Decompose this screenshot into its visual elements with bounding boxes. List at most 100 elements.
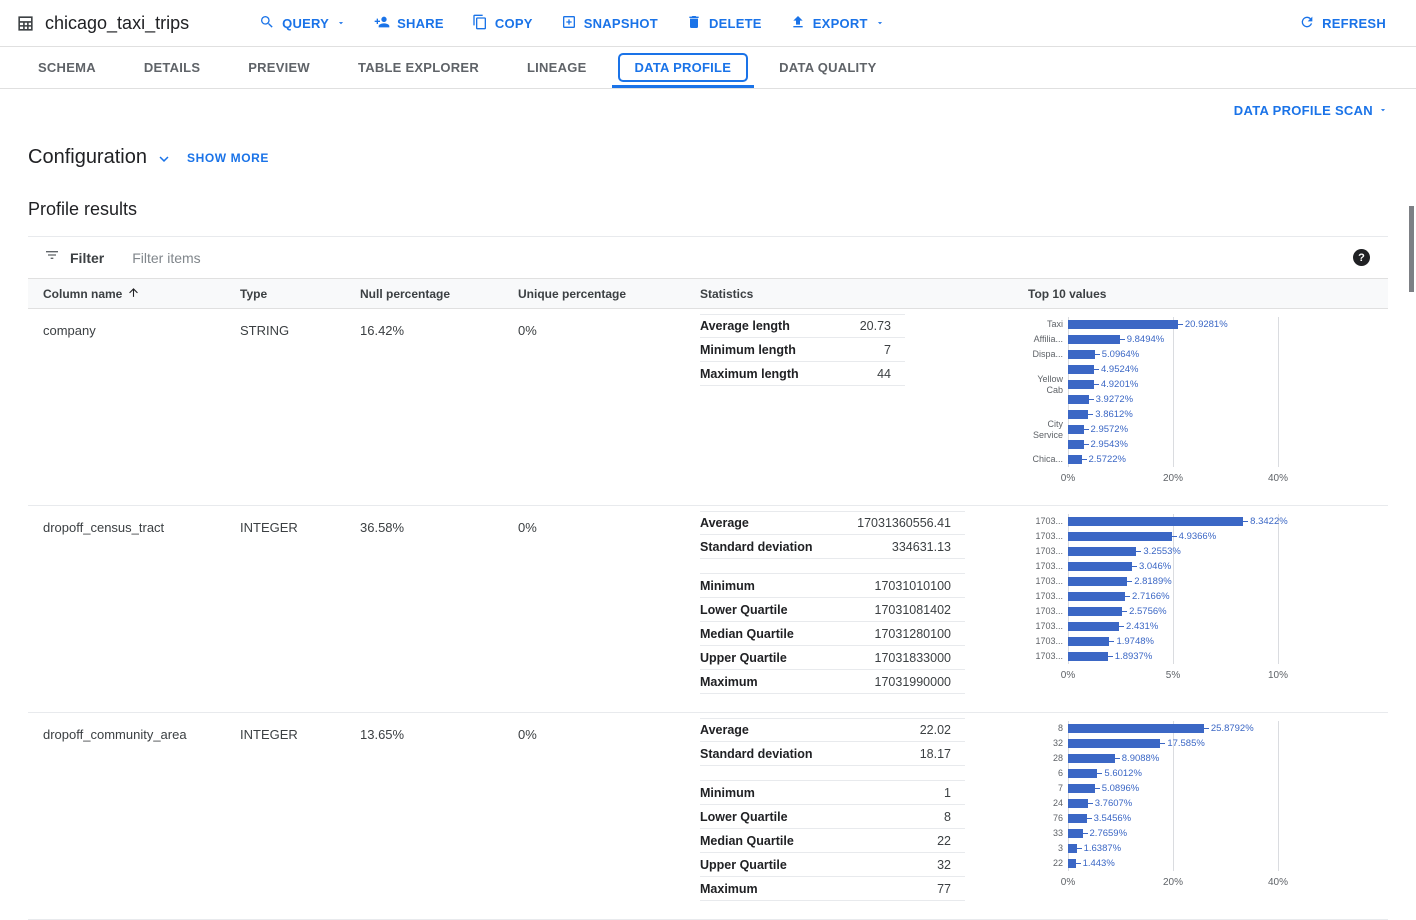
delete-button[interactable]: DELETE <box>672 6 776 41</box>
tab-data-quality[interactable]: DATA QUALITY <box>755 47 900 88</box>
chart-bar-connector <box>1132 566 1137 567</box>
stat-label: Standard deviation <box>700 747 813 761</box>
stat-row: Upper Quartile17031833000 <box>700 646 965 670</box>
chart-bar <box>1068 425 1084 434</box>
copy-button-label: COPY <box>495 16 533 31</box>
copy-icon <box>472 14 488 33</box>
chevron-down-icon[interactable] <box>155 150 173 168</box>
configuration-section: Configuration SHOW MORE <box>28 146 1388 169</box>
scrollbar-thumb[interactable] <box>1409 206 1414 292</box>
column-name-cell: dropoff_community_area <box>43 713 240 742</box>
export-icon <box>790 14 806 33</box>
chart-bar-connector <box>1094 384 1099 385</box>
chart-bar <box>1068 622 1119 631</box>
header-null-percentage[interactable]: Null percentage <box>360 287 518 301</box>
tab-preview[interactable]: PREVIEW <box>224 47 334 88</box>
chart-plot-row: 8.3422% <box>1068 516 1388 527</box>
tab-lineage[interactable]: LINEAGE <box>503 47 611 88</box>
copy-button[interactable]: COPY <box>458 6 547 41</box>
stat-label: Maximum length <box>700 367 799 381</box>
chart-bar-connector <box>1084 444 1089 445</box>
chart-bar <box>1068 754 1115 763</box>
chart-bar-row: Dispa...5.0964% <box>1028 347 1388 362</box>
chart-bar <box>1068 532 1172 541</box>
table-header: Column name Type Null percentage Unique … <box>28 278 1388 309</box>
export-button[interactable]: EXPORT <box>776 6 899 41</box>
stat-row: Average22.02 <box>700 718 965 742</box>
stat-row: Standard deviation18.17 <box>700 742 965 766</box>
chart-plot-row: 4.9366% <box>1068 531 1388 542</box>
header-unique-percentage[interactable]: Unique percentage <box>518 287 700 301</box>
stat-value: 334631.13 <box>892 540 951 554</box>
chart-bar-row: 1703...2.8189% <box>1028 574 1388 589</box>
chart-value-label: 3.8612% <box>1095 409 1133 420</box>
chart-bar-connector <box>1077 848 1082 849</box>
chart-value-label: 17.585% <box>1167 738 1205 749</box>
chart-bar-connector <box>1178 324 1183 325</box>
chart-bar-row: 221.443% <box>1028 856 1388 871</box>
chart-bar-connector <box>1122 611 1127 612</box>
stat-row: Average length20.73 <box>700 314 905 338</box>
chart-category-label: Dispa... <box>1028 349 1068 359</box>
chart-bar-connector <box>1088 803 1093 804</box>
chart-category-label: 1703... <box>1028 651 1068 661</box>
stat-label: Minimum <box>700 579 755 593</box>
chart-plot-row: 1.9748% <box>1068 636 1388 647</box>
chart-bar-row: 7 5.0896% <box>1028 781 1388 796</box>
tab-schema[interactable]: SCHEMA <box>14 47 120 88</box>
chart-plot-row: 5.0896% <box>1068 783 1388 794</box>
chart-category-label: 1703... <box>1028 606 1068 616</box>
snapshot-button[interactable]: SNAPSHOT <box>547 6 672 41</box>
chart-value-label: 2.9543% <box>1091 439 1129 450</box>
chart-bar-row: 1703...1.9748% <box>1028 634 1388 649</box>
chart-value-label: 5.0896% <box>1102 783 1140 794</box>
delete-button-label: DELETE <box>709 16 762 31</box>
refresh-button[interactable]: REFRESH <box>1285 6 1400 41</box>
chart-category-label: 33 <box>1028 828 1068 838</box>
tab-data-profile[interactable]: DATA PROFILE <box>611 47 756 88</box>
stat-row: Minimum1 <box>700 781 965 805</box>
chart-category-label: 7 <box>1028 783 1068 793</box>
show-more-button[interactable]: SHOW MORE <box>181 150 275 166</box>
column-name-cell: company <box>43 309 240 338</box>
filter-input[interactable] <box>130 249 470 267</box>
header-column-name[interactable]: Column name <box>43 286 240 302</box>
share-button[interactable]: SHARE <box>360 6 458 41</box>
refresh-icon <box>1299 14 1315 33</box>
stat-row: Minimum 17031010100 <box>700 574 965 598</box>
configuration-heading: Configuration <box>28 146 147 169</box>
stat-value: 17031010100 <box>875 579 951 593</box>
tab-table-explorer[interactable]: TABLE EXPLORER <box>334 47 503 88</box>
chart-plot-row: 3.2553% <box>1068 546 1388 557</box>
chart-value-label: 2.7166% <box>1132 591 1170 602</box>
header-label: Column name <box>43 287 122 301</box>
chart-bar <box>1068 829 1083 838</box>
chart-bar <box>1068 637 1109 646</box>
snapshot-icon <box>561 14 577 33</box>
chart-value-label: 4.9524% <box>1101 364 1139 375</box>
chart-category-label: 6 <box>1028 768 1068 778</box>
chart-axis-tick: 40% <box>1268 877 1288 888</box>
caret-down-icon <box>875 16 885 31</box>
help-icon[interactable]: ? <box>1353 249 1370 266</box>
export-button-label: EXPORT <box>813 16 868 31</box>
data-profile-scan-label: DATA PROFILE SCAN <box>1234 103 1373 118</box>
stat-label: Standard deviation <box>700 540 813 554</box>
chart-plot-row: 2.5722% <box>1068 454 1388 465</box>
tab-label: SCHEMA <box>38 60 96 75</box>
chart-category-label: Affilia... <box>1028 334 1068 344</box>
stat-row: Lower Quartile8 <box>700 805 965 829</box>
chart-plot-row: 4.9524% <box>1068 364 1388 375</box>
chart-axis-tick: 20% <box>1163 877 1183 888</box>
header-type[interactable]: Type <box>240 287 360 301</box>
header-top-10-values: Top 10 values <box>1028 287 1388 301</box>
stat-row: Minimum length7 <box>700 338 905 362</box>
tab-details[interactable]: DETAILS <box>120 47 224 88</box>
tab-bar: SCHEMA DETAILS PREVIEW TABLE EXPLORER LI… <box>0 47 1416 89</box>
chart-category-label: 76 <box>1028 813 1068 823</box>
query-button[interactable]: QUERY <box>245 6 360 41</box>
chart-value-label: 5.6012% <box>1104 768 1142 779</box>
stat-value: 1 <box>944 786 951 800</box>
chart-bar-row: 3.9272% <box>1028 392 1388 407</box>
data-profile-scan-button[interactable]: DATA PROFILE SCAN <box>1228 102 1394 119</box>
